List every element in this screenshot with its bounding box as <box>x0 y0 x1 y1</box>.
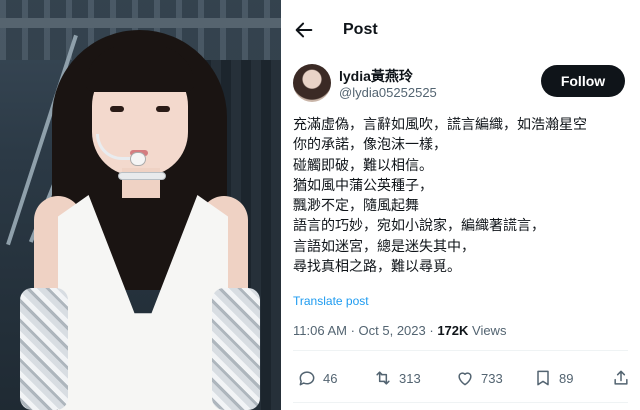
post-text-line: 語言的巧妙，宛如小說家，編織著謊言， <box>293 218 545 235</box>
back-arrow-icon[interactable] <box>293 19 315 41</box>
jeweled-glove <box>20 288 68 410</box>
repost-icon <box>376 371 390 385</box>
post-photo[interactable] <box>0 0 281 410</box>
repost-count: 313 <box>399 370 421 386</box>
views-count: 172K <box>437 323 469 338</box>
author-name[interactable]: lydia黃燕玲 <box>339 66 413 86</box>
post-header: Post <box>281 0 640 58</box>
follow-button[interactable]: Follow <box>541 65 625 97</box>
post-text-line: 你的承諾，像泡沫一樣， <box>293 137 447 154</box>
views-label: Views <box>468 323 507 338</box>
hair-bangs <box>86 46 194 92</box>
post-text-line: 充滿虛偽，言辭如風吹，謊言編織，如浩瀚星空 <box>293 117 587 133</box>
like-button[interactable]: 733 <box>455 364 503 392</box>
translate-post-link[interactable]: Translate post <box>293 294 369 308</box>
reply-count: 46 <box>323 370 338 386</box>
post-text-line: 猶如風中蒲公英種子， <box>293 177 433 194</box>
bookmark-icon <box>537 370 549 386</box>
action-bar: 46 313 733 89 <box>281 364 640 392</box>
post-text: 充滿虛偽，言辭如風吹，謊言編織，如浩瀚星空 你的承諾，像泡沫一樣， 碰觸即破，難… <box>293 115 633 277</box>
eye <box>110 106 124 112</box>
post-text-line: 碰觸即破，難以相信。 <box>293 157 433 174</box>
stage-truss-beam <box>0 18 281 28</box>
reply-button[interactable]: 46 <box>297 364 337 392</box>
meta-separator: · <box>425 323 438 338</box>
like-icon <box>458 372 472 386</box>
post-meta: 11:06 AM · Oct 5, 2023 · 172K Views <box>293 323 506 338</box>
reply-icon <box>299 371 315 386</box>
author-handle[interactable]: @lydia05252525 <box>339 85 437 100</box>
jeweled-glove <box>212 288 260 410</box>
post-text-line: 尋找真相之路，難以尋覓。 <box>293 259 461 276</box>
post-text-line: 言語如迷宮，總是迷失其中， <box>293 238 475 255</box>
post-text-line: 飄渺不定，隨風起舞 <box>293 198 419 215</box>
post-time[interactable]: 11:06 AM <box>293 323 347 338</box>
divider <box>293 350 628 351</box>
share-icon <box>614 370 628 385</box>
choker-necklace <box>118 172 166 180</box>
eye <box>156 106 170 112</box>
divider <box>293 402 628 403</box>
bookmark-count: 89 <box>559 370 574 386</box>
headset-mic-head <box>130 152 146 166</box>
repost-button[interactable]: 313 <box>373 364 421 392</box>
meta-separator: · <box>346 323 359 338</box>
like-count: 733 <box>481 370 503 386</box>
share-button[interactable] <box>611 364 631 392</box>
post-date[interactable]: Oct 5, 2023 <box>359 323 426 338</box>
page-title: Post <box>343 21 378 38</box>
post-panel: Post lydia黃燕玲 @lydia05252525 Follow 充滿虛偽… <box>281 0 640 410</box>
bookmark-button[interactable]: 89 <box>533 364 573 392</box>
avatar[interactable] <box>293 64 331 102</box>
